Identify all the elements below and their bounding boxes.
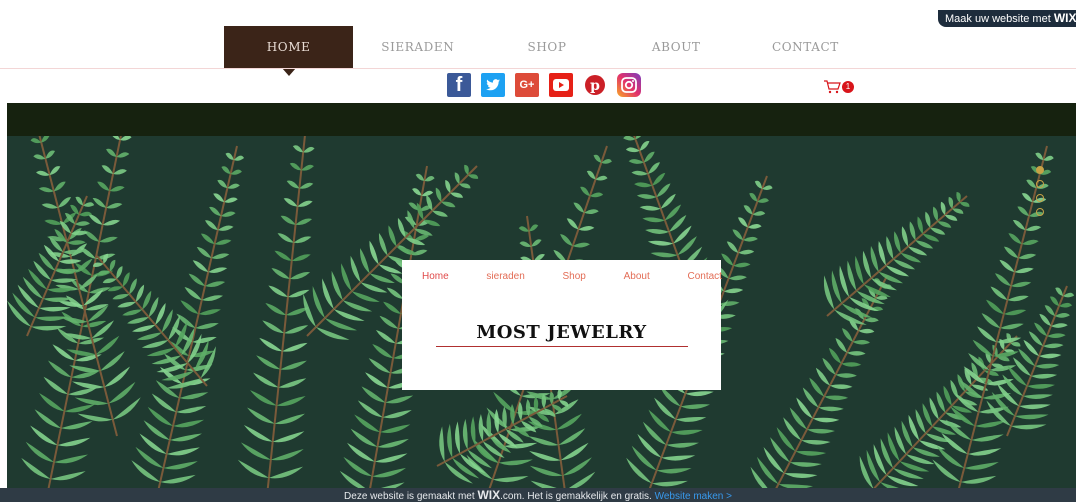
twitter-icon[interactable] <box>481 73 505 97</box>
create-website-link[interactable]: Website maken > <box>655 491 732 502</box>
google-plus-icon[interactable]: G+ <box>515 73 539 97</box>
wix-badge[interactable]: Maak uw website met WIX <box>938 10 1076 27</box>
pinterest-icon[interactable]: p <box>583 73 607 97</box>
wix-footer-banner: Deze website is gemaakt met WIX.com. Het… <box>0 488 1076 502</box>
slide-dot-1[interactable] <box>1036 166 1044 174</box>
header-divider <box>0 68 1076 69</box>
nav-shop[interactable]: Shop <box>482 26 611 68</box>
card-nav-about[interactable]: About <box>624 271 650 282</box>
card-nav-sieraden[interactable]: sieraden <box>486 271 524 282</box>
wix-logo: WIX <box>1053 11 1076 25</box>
facebook-icon[interactable]: f <box>447 73 471 97</box>
nav-home[interactable]: Home <box>224 26 354 68</box>
card-nav-shop[interactable]: Shop <box>563 271 586 282</box>
pinterest-glyph: p <box>590 78 600 94</box>
nav-about[interactable]: About <box>612 26 741 68</box>
footer-text-after: .com. Het is gemakkelijk en gratis. <box>500 491 652 502</box>
slide-dot-4[interactable] <box>1036 208 1044 216</box>
instagram-icon[interactable] <box>617 73 641 97</box>
cart-button[interactable]: 1 <box>823 80 854 94</box>
main-nav: Home Sieraden Shop About Contact <box>224 26 870 69</box>
wix-badge-text: Maak uw website met <box>945 13 1051 25</box>
card-nav-home[interactable]: Home <box>422 271 449 282</box>
youtube-icon[interactable] <box>549 73 573 97</box>
cart-icon <box>824 80 841 94</box>
slide-indicators <box>1036 166 1044 216</box>
title-underline <box>436 346 688 347</box>
social-bar: f G+ p <box>447 73 641 97</box>
site-title: MOST JEWELRY <box>476 322 647 343</box>
cart-count-badge: 1 <box>842 81 854 93</box>
slide-dot-3[interactable] <box>1036 194 1044 202</box>
slide-dot-2[interactable] <box>1036 180 1044 188</box>
hero-card: Home sieraden Shop About Contact MOST JE… <box>402 260 722 390</box>
card-nav-contact[interactable]: Contact <box>687 271 721 282</box>
nav-sieraden[interactable]: Sieraden <box>353 26 482 68</box>
footer-text-before: Deze website is gemaakt met <box>344 491 475 502</box>
hero-top-strip <box>7 103 1076 136</box>
footer-wix-logo: WIX <box>477 488 501 502</box>
nav-contact[interactable]: Contact <box>741 26 870 68</box>
card-nav: Home sieraden Shop About Contact <box>422 271 722 282</box>
